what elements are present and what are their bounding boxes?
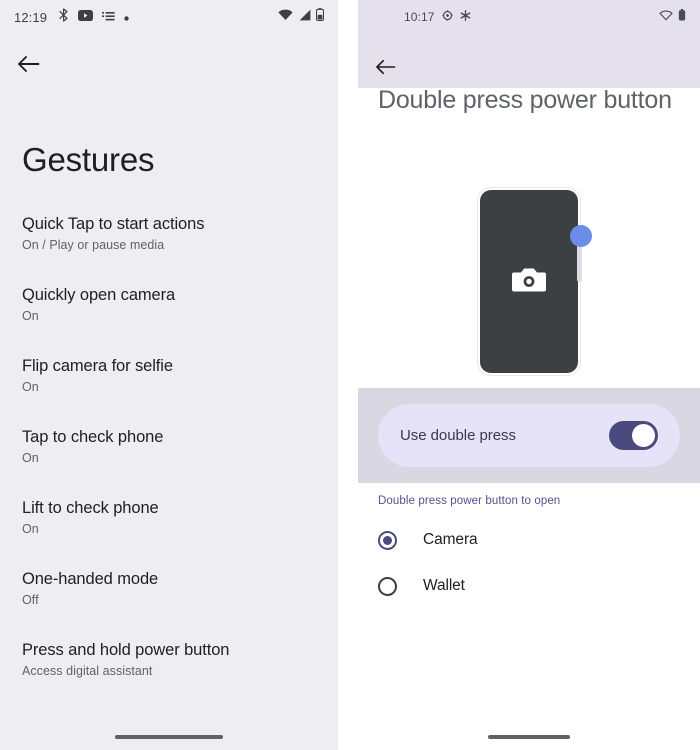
signal-icon [298, 8, 311, 26]
toggle-label: Use double press [400, 427, 516, 444]
left-phone-screen: 12:19 Gestures Quick Tap to start action… [0, 0, 338, 750]
status-bar-system-icons [659, 8, 686, 26]
list-item-title: Quick Tap to start actions [22, 215, 205, 233]
radio-option-label: Wallet [423, 577, 465, 594]
bluetooth-icon [59, 7, 69, 27]
battery-icon [315, 8, 325, 26]
list-item-quickly-open-camera[interactable]: Quickly open camera On [0, 284, 338, 325]
status-bar-right: 10:17 [358, 0, 700, 34]
list-item-subtitle: Access digital assistant [22, 664, 153, 678]
list-item-tap-to-check-phone[interactable]: Tap to check phone On [0, 426, 338, 467]
dot-icon [124, 8, 129, 26]
status-bar-notification-icons [441, 8, 471, 26]
power-button-illustration [358, 172, 700, 388]
press-indicator-dot [570, 225, 592, 247]
phone-body [480, 190, 578, 373]
back-arrow-icon [17, 54, 40, 79]
list-icon [102, 8, 115, 26]
section-label: Double press power button to open [378, 495, 561, 507]
list-item-title: Lift to check phone [22, 499, 159, 517]
list-item-title: Flip camera for selfie [22, 357, 173, 375]
status-bar-notification-icons [59, 7, 129, 27]
status-bar-time: 12:19 [14, 9, 48, 25]
list-item-subtitle: On [22, 309, 39, 323]
radio-inner-dot [383, 535, 392, 545]
gestures-settings-list: Quick Tap to start actions On / Play or … [0, 213, 338, 710]
back-button[interactable] [14, 52, 42, 80]
list-item-subtitle: On [22, 522, 39, 536]
list-item-title: One-handed mode [22, 570, 159, 588]
list-item-quick-tap[interactable]: Quick Tap to start actions On / Play or … [0, 213, 338, 254]
right-phone-screen: 10:17 Double press power button Use doub… [358, 0, 700, 750]
switch-knob [632, 424, 655, 447]
list-item-flip-camera[interactable]: Flip camera for selfie On [0, 355, 338, 396]
radio-selected-icon [378, 530, 397, 550]
radio-option-camera[interactable]: Camera [358, 524, 700, 556]
wifi-off-icon [659, 8, 673, 26]
wifi-icon [278, 8, 293, 26]
list-item-subtitle: On / Play or pause media [22, 238, 165, 252]
radio-option-wallet[interactable]: Wallet [358, 570, 700, 602]
radio-unselected-icon [378, 576, 397, 596]
snowflake-icon [460, 8, 471, 26]
page-title: Double press power button [378, 86, 672, 114]
camera-icon [512, 265, 546, 298]
list-item-one-handed-mode[interactable]: One-handed mode Off [0, 568, 338, 609]
screen-divider [338, 0, 358, 750]
list-item-title: Press and hold power button [22, 641, 230, 659]
use-double-press-row[interactable]: Use double press [378, 404, 680, 467]
list-item-subtitle: On [22, 451, 39, 465]
back-button[interactable] [372, 56, 398, 82]
list-item-subtitle: Off [22, 593, 39, 607]
list-item-lift-to-check-phone[interactable]: Lift to check phone On [0, 497, 338, 538]
status-bar-time: 10:17 [404, 10, 435, 24]
back-arrow-icon [375, 58, 396, 81]
gear-icon [441, 8, 453, 26]
list-item-press-and-hold-power[interactable]: Press and hold power button Access digit… [0, 639, 338, 680]
status-bar-left: 12:19 [0, 0, 338, 34]
home-gesture-bar[interactable] [488, 735, 570, 739]
page-title: Gestures [22, 141, 155, 178]
home-gesture-bar[interactable] [115, 735, 223, 739]
list-item-title: Quickly open camera [22, 286, 176, 304]
list-item-title: Tap to check phone [22, 428, 164, 446]
dual-screenshot-container: 12:19 Gestures Quick Tap to start action… [0, 0, 700, 750]
use-double-press-switch[interactable] [609, 421, 658, 450]
list-item-subtitle: On [22, 380, 39, 394]
radio-option-label: Camera [423, 531, 478, 548]
youtube-icon [78, 8, 94, 26]
battery-icon [678, 8, 686, 26]
status-bar-system-icons [278, 8, 325, 26]
